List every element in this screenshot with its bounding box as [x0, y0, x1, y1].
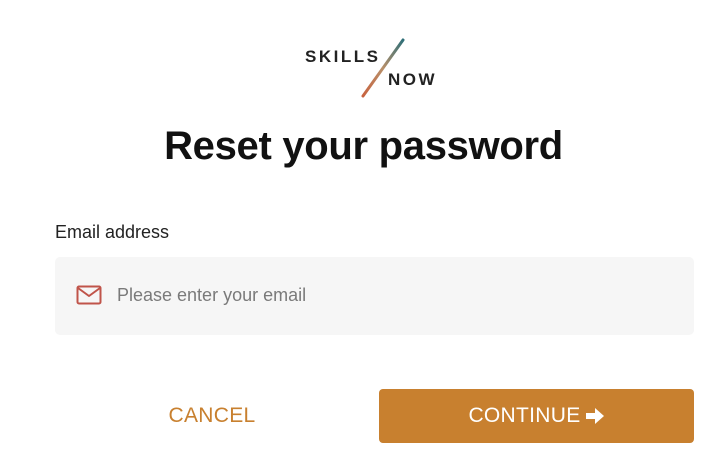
cancel-button-label: CANCEL: [168, 404, 256, 427]
logo-slash-icon: [361, 38, 405, 98]
arrow-right-icon: [585, 408, 604, 424]
email-label: Email address: [55, 222, 170, 242]
skills-now-logo: SKILLS NOW: [300, 38, 450, 100]
cancel-button[interactable]: CANCEL: [116, 389, 308, 443]
continue-button[interactable]: CONTINUE: [379, 389, 694, 443]
logo-word-now: NOW: [388, 70, 438, 89]
email-input[interactable]: [117, 277, 677, 313]
reset-password-page: SKILLS NOW Reset your password Email add…: [0, 0, 727, 459]
mail-icon: [76, 285, 102, 305]
email-field-container[interactable]: [55, 257, 694, 335]
page-title: Reset your password: [164, 124, 563, 168]
continue-button-label: CONTINUE: [468, 404, 581, 427]
